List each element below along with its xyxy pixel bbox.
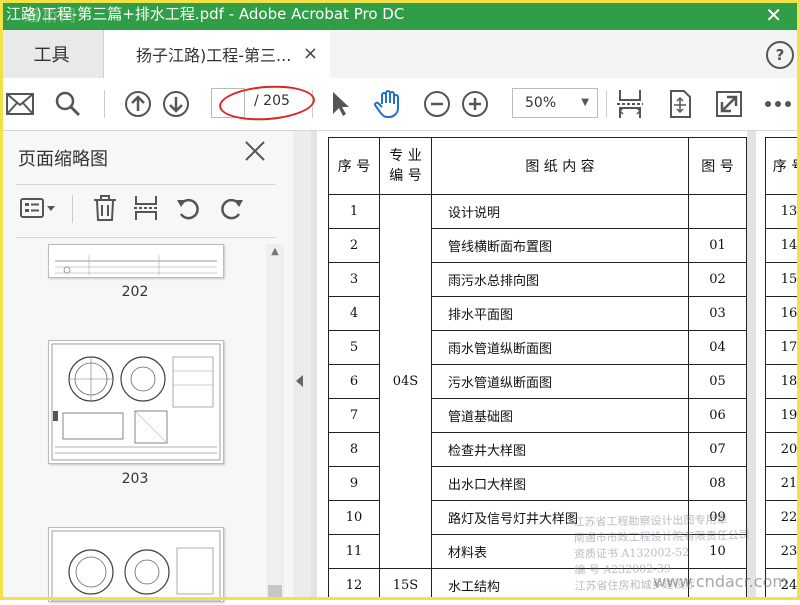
page-thumbnail[interactable] [48, 244, 224, 278]
scrollbar-thumb[interactable] [268, 585, 282, 597]
thumbnail-scrollbar[interactable] [266, 244, 284, 596]
rotate-right-icon[interactable] [215, 192, 247, 224]
tab-bar: 工具 扬子江路)工程-第三... × ? [0, 30, 800, 79]
site-watermark: 道桥网 [24, 2, 78, 26]
mail-icon[interactable] [4, 88, 36, 120]
help-icon[interactable]: ? [766, 41, 794, 69]
header-code-line1: 专 业 [380, 146, 431, 166]
page-up-icon[interactable] [122, 88, 154, 120]
panel-close-icon[interactable] [244, 139, 266, 169]
site-watermark-bottom: www.cndacr.com [653, 572, 788, 591]
table-row: 104S设计说明 [329, 195, 747, 229]
tab-document[interactable]: 扬子江路)工程-第三... × [104, 30, 330, 78]
chevron-down-icon: ▼ [581, 89, 589, 117]
rotate-view-icon[interactable] [664, 88, 696, 120]
zoom-in-icon[interactable] [459, 88, 491, 120]
code-15s: 15S [380, 569, 432, 601]
zoom-out-icon[interactable] [421, 88, 453, 120]
search-icon[interactable] [52, 88, 84, 120]
scroll-up-icon[interactable]: ▲ [266, 246, 284, 262]
tab-close-icon[interactable]: × [303, 43, 318, 64]
header-seq: 序 号 [766, 138, 800, 195]
zoom-value: 50% [525, 95, 556, 111]
hand-tool-icon[interactable] [372, 88, 404, 120]
table-header: 序 号 专 业 编 号 图 纸 内 容 图 号 [329, 138, 747, 195]
page-thumbnail[interactable] [48, 340, 224, 464]
page-thumbnail[interactable] [48, 527, 224, 602]
header-code: 专 业 编 号 [380, 138, 432, 195]
zoom-select[interactable]: 50% ▼ [512, 88, 598, 118]
collapse-panel-button[interactable] [293, 131, 311, 600]
thumbnail-label: 202 [105, 284, 165, 300]
code-04s: 04S [380, 195, 432, 569]
window-close-icon[interactable]: ✕ [765, 3, 782, 27]
chevron-left-icon [296, 375, 303, 387]
delete-icon[interactable] [89, 192, 121, 224]
page-down-icon[interactable] [160, 88, 192, 120]
window-titlebar: 江路)工程-第三篇+排水工程.pdf - Adobe Acrobat Pro D… [0, 0, 800, 30]
main-toolbar: / 205 50% ▼ [0, 78, 800, 131]
header-fig: 图 号 [689, 138, 747, 195]
more-icon[interactable] [762, 88, 794, 120]
header-seq: 序 号 [329, 138, 380, 195]
panel-title: 页面缩略图 [18, 145, 108, 171]
rotate-left-icon[interactable] [173, 192, 205, 224]
fit-width-icon[interactable] [614, 88, 646, 120]
thumbnail-options-icon[interactable] [18, 192, 58, 224]
tab-tools[interactable]: 工具 [0, 30, 104, 78]
header-code-line2: 编 号 [380, 166, 431, 186]
fullscreen-icon[interactable] [713, 88, 745, 120]
insert-page-icon[interactable] [130, 192, 162, 224]
tab-document-label: 扬子江路)工程-第三... [136, 42, 291, 66]
thumbnail-label: 203 [105, 471, 165, 487]
header-content: 图 纸 内 容 [432, 138, 689, 195]
select-pointer-icon[interactable] [324, 88, 356, 120]
